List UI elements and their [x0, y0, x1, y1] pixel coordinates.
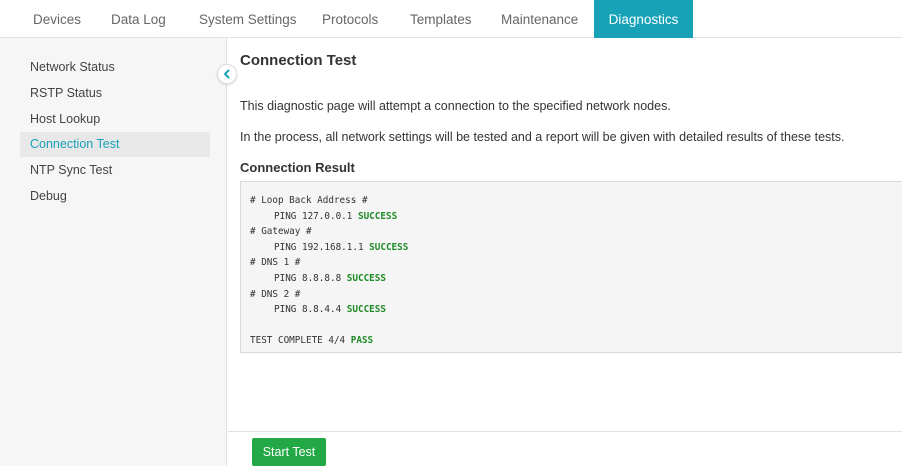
page-title: Connection Test — [240, 52, 357, 69]
tab-devices[interactable]: Devices — [33, 0, 81, 38]
connection-result-label: Connection Result — [240, 160, 355, 175]
sidebar-item-connection-test[interactable]: Connection Test — [20, 132, 210, 157]
sidebar-item-host-lookup[interactable]: Host Lookup — [20, 107, 210, 132]
sidebar-item-debug[interactable]: Debug — [20, 184, 210, 209]
sidebar: Network Status RSTP Status Host Lookup C… — [0, 38, 227, 466]
ping-target: PING 8.8.4.4 — [274, 304, 342, 316]
result-summary: TEST COMPLETE 4/4 PASS — [250, 333, 893, 349]
sidebar-item-ntp-sync-test[interactable]: NTP Sync Test — [20, 158, 210, 183]
ping-target: PING 192.168.1.1 — [274, 241, 364, 253]
action-footer: Start Test — [228, 431, 902, 466]
result-ping-line: PING 127.0.0.1 SUCCESS — [250, 209, 893, 225]
tab-system-settings[interactable]: System Settings — [199, 0, 297, 38]
result-ping-line: PING 8.8.8.8 SUCCESS — [250, 271, 893, 287]
tab-diagnostics[interactable]: Diagnostics — [594, 0, 693, 38]
connection-result-output: # Loop Back Address # PING 127.0.0.1 SUC… — [240, 181, 902, 353]
top-navigation: Devices Data Log System Settings Protoco… — [0, 0, 902, 38]
tab-maintenance[interactable]: Maintenance — [501, 0, 578, 38]
result-section-header: # DNS 1 # — [250, 257, 301, 269]
tab-templates[interactable]: Templates — [410, 0, 472, 38]
sidebar-item-rstp-status[interactable]: RSTP Status — [20, 81, 210, 106]
result-spacer — [250, 318, 893, 334]
ping-status: SUCCESS — [346, 304, 386, 316]
ping-status: SUCCESS — [357, 210, 398, 222]
summary-status: PASS — [350, 335, 374, 347]
main-content: Connection Test This diagnostic page wil… — [228, 38, 902, 466]
summary-text: TEST COMPLETE 4/4 — [250, 335, 346, 347]
start-test-button[interactable]: Start Test — [252, 438, 326, 466]
result-ping-line: PING 8.8.4.4 SUCCESS — [250, 302, 893, 318]
description-text: This diagnostic page will attempt a conn… — [240, 99, 671, 113]
description-text-detail: In the process, all network settings wil… — [240, 130, 845, 144]
ping-status: SUCCESS — [346, 272, 386, 284]
ping-target: PING 127.0.0.1 — [274, 210, 353, 222]
result-section-header: # Loop Back Address # — [250, 195, 368, 206]
result-ping-line: PING 192.168.1.1 SUCCESS — [250, 240, 893, 256]
tab-data-log[interactable]: Data Log — [111, 0, 166, 38]
sidebar-item-network-status[interactable]: Network Status — [20, 55, 210, 80]
result-section-header: # DNS 2 # — [250, 288, 301, 300]
ping-target: PING 8.8.8.8 — [274, 272, 342, 284]
ping-status: SUCCESS — [369, 241, 409, 253]
tab-protocols[interactable]: Protocols — [322, 0, 378, 38]
result-section-header: # Gateway # — [250, 226, 312, 238]
